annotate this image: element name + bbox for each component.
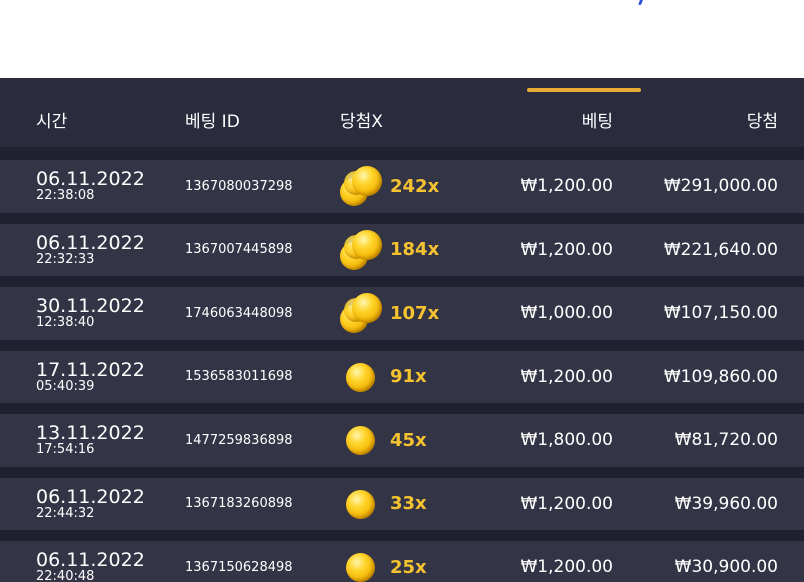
column-header-multiplier: 당첨X [340, 112, 383, 132]
coin-icon [340, 484, 384, 524]
row-win: ₩109,860.00 [663, 366, 778, 387]
coin-stack-icon [340, 166, 384, 207]
column-header-bet: 베팅 [581, 112, 613, 132]
bet-history-panel: 시간 베팅 ID 당첨X 베팅 당첨 06.11.2022 22:38:08 1… [0, 78, 804, 582]
multiplier-cell: 45x [305, 420, 500, 460]
coin-icon [340, 547, 384, 582]
row-win: ₩39,960.00 [674, 493, 778, 514]
row-bet: ₩1,200.00 [520, 493, 613, 514]
row-bet-id: 1367007445898 [185, 242, 293, 258]
row-bet-id: 1746063448098 [185, 305, 293, 321]
row-time: 22:32:33 [36, 251, 95, 267]
row-win: ₩291,000.00 [663, 176, 778, 197]
row-date: 06.11.2022 [36, 168, 145, 191]
row-win: ₩107,150.00 [663, 303, 778, 324]
row-time: 17:54:16 [36, 442, 95, 458]
row-bet-id: 1367080037298 [185, 178, 293, 194]
row-multiplier: 184x [390, 239, 440, 261]
row-time: 05:40:39 [36, 378, 95, 394]
row-bet: ₩1,000.00 [520, 303, 613, 324]
row-bet: ₩1,200.00 [520, 366, 613, 387]
row-date: 06.11.2022 [36, 231, 145, 254]
row-multiplier: 33x [390, 493, 427, 515]
time-cell: 06.11.2022 22:40:48 [0, 551, 150, 582]
row-multiplier: 25x [390, 556, 427, 578]
top-blue-mark [638, 0, 643, 5]
multiplier-cell: 242x [305, 166, 500, 207]
row-bet: ₩1,200.00 [520, 176, 613, 197]
row-multiplier: 45x [390, 429, 427, 451]
time-cell: 06.11.2022 22:44:32 [0, 485, 150, 521]
coin-icon [340, 357, 384, 397]
row-bet-id: 1367183260898 [185, 496, 293, 512]
row-multiplier: 91x [390, 366, 427, 388]
coin-icon [340, 420, 384, 460]
multiplier-cell: 91x [305, 357, 500, 397]
row-bet-id: 1536583011698 [185, 369, 293, 385]
row-date: 13.11.2022 [36, 422, 145, 445]
row-multiplier: 107x [390, 302, 440, 324]
tab-strip [0, 78, 804, 92]
multiplier-cell: 33x [305, 484, 500, 524]
table-header: 시간 베팅 ID 당첨X 베팅 당첨 [0, 92, 804, 147]
time-cell: 30.11.2022 12:38:40 [0, 295, 150, 331]
column-header-win: 당첨 [746, 112, 778, 132]
table-row[interactable]: 13.11.2022 17:54:16 1477259836898 45x ₩1… [0, 414, 804, 467]
column-header-time: 시간 [36, 112, 68, 132]
multiplier-cell: 107x [305, 293, 500, 334]
table-row[interactable]: 06.11.2022 22:44:32 1367183260898 33x ₩1… [0, 477, 804, 530]
row-multiplier: 242x [390, 175, 440, 197]
table-body: 06.11.2022 22:38:08 1367080037298 242x ₩… [0, 160, 804, 582]
row-bet-id: 1367150628498 [185, 559, 293, 575]
row-bet: ₩1,200.00 [520, 239, 613, 260]
row-time: 12:38:40 [36, 315, 95, 331]
row-time: 22:38:08 [36, 188, 95, 204]
table-row[interactable]: 06.11.2022 22:38:08 1367080037298 242x ₩… [0, 160, 804, 213]
coin-stack-icon [340, 293, 384, 334]
row-win: ₩221,640.00 [663, 239, 778, 260]
row-date: 06.11.2022 [36, 485, 145, 508]
time-cell: 17.11.2022 05:40:39 [0, 358, 150, 394]
coin-stack-icon [340, 229, 384, 270]
time-cell: 06.11.2022 22:38:08 [0, 168, 150, 204]
table-row[interactable]: 06.11.2022 22:32:33 1367007445898 184x ₩… [0, 223, 804, 276]
row-bet: ₩1,200.00 [520, 557, 613, 578]
table-row[interactable]: 30.11.2022 12:38:40 1746063448098 107x ₩… [0, 287, 804, 340]
time-cell: 13.11.2022 17:54:16 [0, 422, 150, 458]
table-row[interactable]: 06.11.2022 22:40:48 1367150628498 25x ₩1… [0, 541, 804, 582]
row-date: 06.11.2022 [36, 549, 145, 572]
table-row[interactable]: 17.11.2022 05:40:39 1536583011698 91x ₩1… [0, 350, 804, 403]
header-spacer [0, 147, 804, 160]
time-cell: 06.11.2022 22:32:33 [0, 231, 150, 267]
multiplier-cell: 184x [305, 229, 500, 270]
multiplier-cell: 25x [305, 547, 500, 582]
row-win: ₩30,900.00 [674, 557, 778, 578]
row-time: 22:40:48 [36, 569, 95, 582]
row-win: ₩81,720.00 [674, 430, 778, 451]
row-bet-id: 1477259836898 [185, 432, 293, 448]
row-date: 30.11.2022 [36, 295, 145, 318]
active-tab-indicator [527, 88, 641, 92]
column-header-bet-id: 베팅 ID [185, 112, 240, 132]
row-bet: ₩1,800.00 [520, 430, 613, 451]
row-time: 22:44:32 [36, 505, 95, 521]
row-date: 17.11.2022 [36, 358, 145, 381]
